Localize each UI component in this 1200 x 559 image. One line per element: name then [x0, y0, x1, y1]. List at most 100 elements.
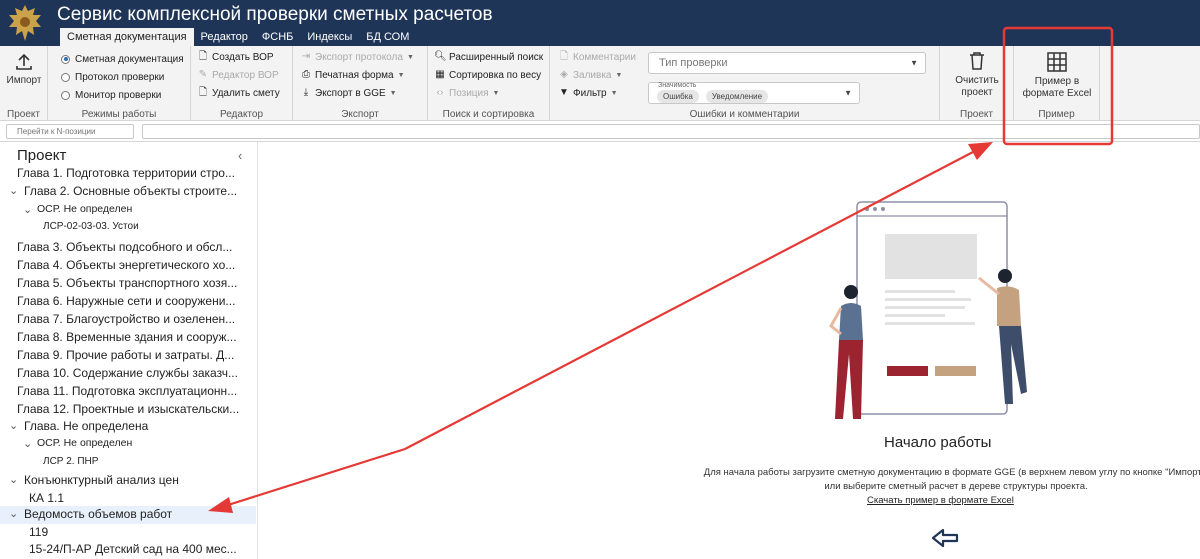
project-tree-panel: Проект ‹ Глава 1. Подготовка территории … [0, 142, 258, 559]
tree-node[interactable]: Глава 4. Объекты энергетического хо... [0, 257, 256, 275]
create-vor-button[interactable]: 🗋 Создать ВОР [197, 49, 274, 65]
mode-check-monitor[interactable]: Монитор проверки [61, 87, 161, 103]
ribbon-group-modes: Сметная документация Протокол проверки М… [48, 46, 191, 121]
tree-node[interactable]: Глава 7. Благоустройство и озеленен... [0, 311, 256, 329]
tree-node-label: Глава 1. Подготовка территории стро... [17, 166, 235, 180]
tab-fsnb[interactable]: ФСНБ [255, 28, 300, 46]
significance-chips: Ошибка Уведомление [657, 90, 772, 103]
tree-node-label: 119 [29, 525, 49, 539]
excel-example-button[interactable]: Пример в формате Excel [1014, 51, 1100, 100]
tree-node[interactable]: ЛСР 2. ПНР [0, 455, 256, 473]
delete-doc-icon: 🗋 [198, 87, 208, 98]
significance-select[interactable]: Значимость Ошибка Уведомление ▼ [648, 82, 860, 104]
chevron-down-icon: ▼ [389, 89, 397, 97]
ribbon-group-example: Пример в формате Excel Пример [1014, 46, 1100, 121]
export-icon: ⇥ [301, 51, 311, 62]
tab-db-som[interactable]: БД СОМ [359, 28, 416, 46]
print-form-button[interactable]: ⎙ Печатная форма ▼ [300, 67, 405, 83]
start-desc-line1: Для начала работы загрузите сметную доку… [703, 467, 1200, 478]
chevron-down-icon: ▼ [910, 58, 918, 68]
tree-node-label: ОСР. Не определен [37, 203, 133, 215]
filter-button[interactable]: ▼ Фильтр ▼ [558, 85, 617, 101]
tree-node[interactable]: Глава 5. Объекты транспортного хозя... [0, 275, 256, 293]
tree-node-label: КА 1.1 [29, 491, 65, 505]
start-description: Для начала работы загрузите сметную доку… [676, 466, 1200, 494]
tree-node[interactable]: 119 [0, 524, 256, 542]
chevron-down-icon[interactable]: ⌄ [23, 437, 32, 450]
tree-node[interactable]: Глава 10. Содержание службы заказч... [0, 365, 256, 383]
eagle-logo-icon [9, 5, 41, 41]
mode-check-protocol[interactable]: Протокол проверки [61, 69, 164, 85]
tree-node[interactable]: Глава 3. Объекты подсобного и обсл... [0, 239, 256, 257]
chevron-down-icon[interactable]: ⌄ [9, 419, 18, 432]
vor-editor-button[interactable]: ✎ Редактор ВОР [197, 67, 279, 83]
mode-estimate-docs[interactable]: Сметная документация [61, 51, 184, 67]
tree-node[interactable]: ⌄ ОСР. Не определен [0, 436, 256, 454]
tree-node[interactable]: ⌄ Глава. Не определена [0, 418, 256, 436]
chevron-down-icon[interactable]: ⌄ [9, 184, 18, 197]
tree-node[interactable]: Глава 1. Подготовка территории стро... [0, 165, 256, 183]
import-button[interactable]: Импорт [0, 50, 48, 87]
filter-label: Фильтр [573, 87, 607, 99]
export-gge-button[interactable]: ⤓ Экспорт в GGE ▼ [300, 85, 397, 101]
chevron-down-icon[interactable]: ⌄ [9, 473, 18, 486]
tree-node[interactable]: 15-24/П-АР Детский сад на 400 мес... [0, 541, 256, 559]
tree-node-label: Глава 2. Основные объекты строите... [24, 184, 238, 198]
check-type-select[interactable]: Тип проверки ▼ [648, 52, 926, 74]
chip-error[interactable]: Ошибка [657, 90, 699, 103]
delete-estimate-button[interactable]: 🗋 Удалить смету [197, 85, 280, 101]
paint-bucket-icon: ◈ [560, 69, 568, 80]
tree-node-label: Глава 6. Наружные сети и сооружени... [17, 294, 236, 308]
tree-node[interactable]: ⌄ ОСР. Не определен [0, 202, 256, 220]
clear-project-button[interactable]: Очистить проект [940, 51, 1014, 99]
ribbon-group-export: ⇥ Экспорт протокола ▼ ⎙ Печатная форма ▼… [293, 46, 428, 121]
advanced-search-button[interactable]: 🔍︎ Расширенный поиск [434, 49, 543, 65]
tree-node[interactable]: Глава 12. Проектные и изыскательски... [0, 401, 256, 419]
tree-node[interactable]: ⌄ Глава 2. Основные объекты строите... [0, 183, 256, 201]
sort-by-weight-button[interactable]: ▦ Сортировка по весу [434, 67, 541, 83]
radio-icon [61, 90, 70, 100]
chevron-down-icon[interactable]: ⌄ [9, 507, 18, 520]
title-bar: Сервис комплексной проверки сметных расч… [0, 0, 1200, 46]
tree-node-selected[interactable]: ⌄ Ведомость объемов работ [0, 506, 256, 524]
filter-icon: ▼ [559, 87, 569, 98]
pencil-icon: ✎ [198, 69, 208, 80]
chip-notice[interactable]: Уведомление [705, 90, 769, 103]
group-title-search: Поиск и сортировка [442, 109, 535, 120]
tab-indexes[interactable]: Индексы [300, 28, 359, 46]
tree-node[interactable]: Глава 6. Наружные сети и сооружени... [0, 293, 256, 311]
group-title-example: Пример [1038, 109, 1075, 120]
tree-node-label: Глава 4. Объекты энергетического хо... [17, 258, 236, 272]
tree-node-label: ЛСР-02-03-03. Устои [43, 221, 139, 232]
tree-node[interactable]: Глава 9. Прочие работы и затраты. Д... [0, 347, 256, 365]
sort-by-weight-label: Сортировка по весу [449, 69, 542, 81]
formula-input[interactable] [142, 124, 1200, 139]
download-example-link[interactable]: Скачать пример в формате Excel [867, 495, 1014, 506]
export-protocol-label: Экспорт протокола [315, 51, 403, 63]
tree-node[interactable]: Глава 11. Подготовка эксплуатационн... [0, 383, 256, 401]
chevron-down-icon: ▼ [492, 89, 500, 97]
group-title-clear: Проект [960, 109, 993, 120]
download-icon: ⤓ [303, 87, 309, 98]
group-title-modes: Режимы работы [81, 109, 157, 120]
position-label: Позиция [449, 87, 489, 99]
fill-button[interactable]: ◈ Заливка ▼ [558, 67, 622, 83]
tree-node[interactable]: Глава 8. Временные здания и сооруж... [0, 329, 256, 347]
export-gge-label: Экспорт в GGE [315, 87, 386, 99]
collapse-panel-icon[interactable]: ‹ [238, 148, 242, 163]
tree-node-label: Глава 5. Объекты транспортного хозя... [17, 276, 238, 290]
tree-node-label: Глава 3. Объекты подсобного и обсл... [17, 240, 233, 254]
tab-editor[interactable]: Редактор [194, 28, 255, 46]
tab-estimate-docs[interactable]: Сметная документация [60, 28, 194, 46]
ribbon-group-editor: 🗋 Создать ВОР ✎ Редактор ВОР 🗋 Удалить с… [191, 46, 293, 121]
position-button[interactable]: ‹› Позиция ▼ [434, 85, 500, 101]
arrow-left-icon[interactable] [931, 528, 959, 548]
clear-label-1: Очистить [955, 75, 999, 86]
n-position-input[interactable] [6, 124, 134, 139]
tree-node[interactable]: ⌄ Конъюнктурный анализ цен [0, 472, 256, 490]
export-protocol-button[interactable]: ⇥ Экспорт протокола ▼ [300, 49, 414, 65]
example-label-1: Пример в [1034, 76, 1080, 87]
tree-node[interactable]: ЛСР-02-03-03. Устои [0, 220, 256, 238]
comments-button[interactable]: 🗋 Комментарии [558, 49, 636, 65]
chevron-down-icon[interactable]: ⌄ [23, 203, 32, 216]
